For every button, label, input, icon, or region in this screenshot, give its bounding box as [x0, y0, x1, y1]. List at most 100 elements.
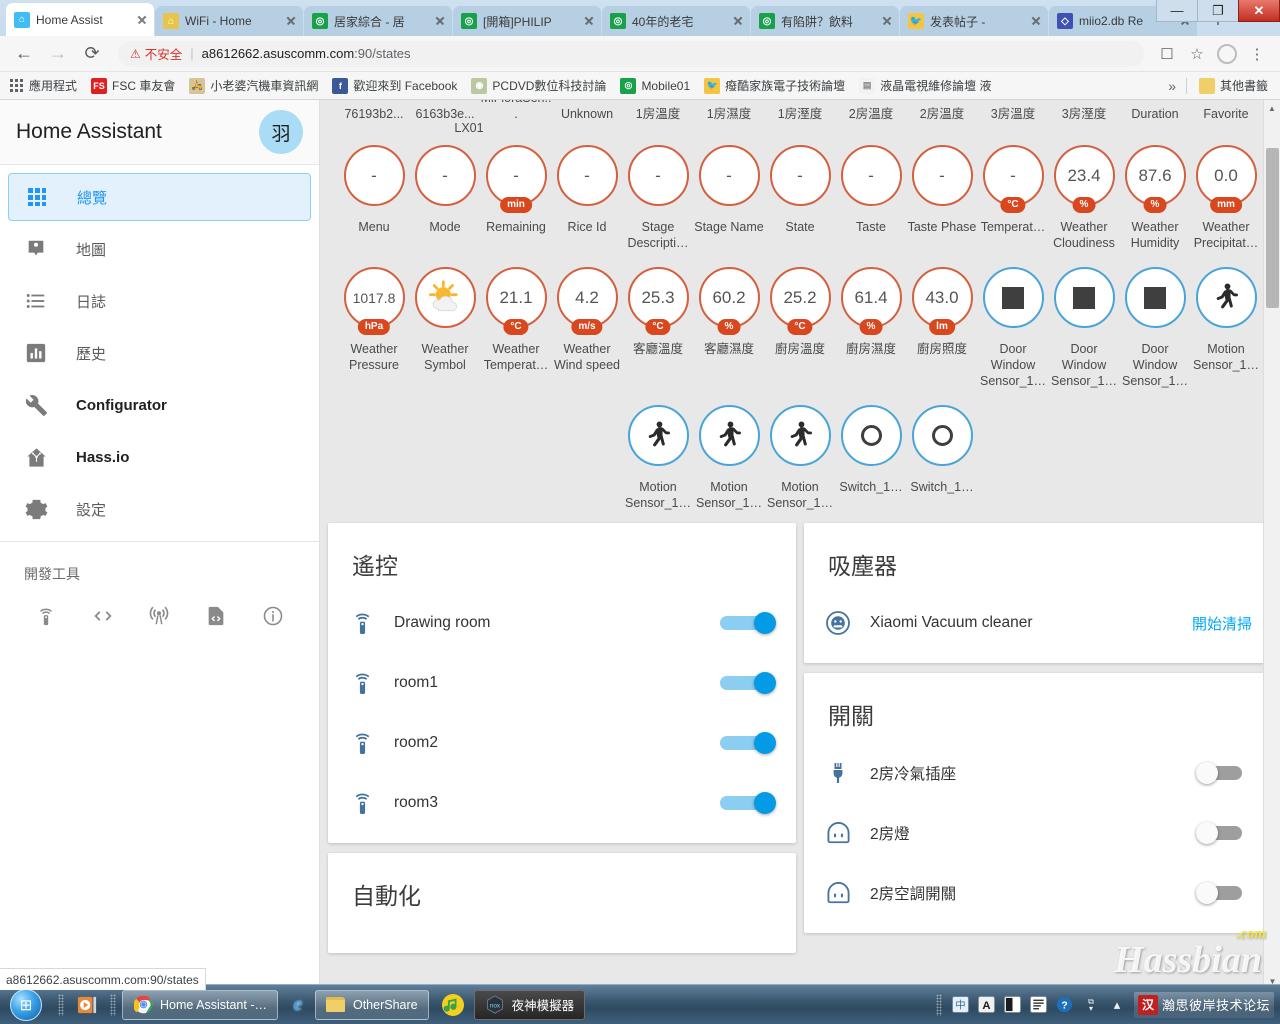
badge-switch[interactable]: Switch_1…	[907, 399, 978, 511]
list-item[interactable]: 2房冷氣插座	[804, 743, 1272, 803]
file-code-icon[interactable]	[188, 594, 245, 638]
badge-kitchen-temperature[interactable]: 25.2 °C 廚房溫度	[765, 261, 836, 389]
close-icon[interactable]	[1028, 13, 1044, 29]
other-bookmarks-folder[interactable]: 其他書籤	[1198, 77, 1268, 94]
badge-mode[interactable]: - Mode	[410, 139, 481, 251]
badge[interactable]: 3房溼度	[1049, 100, 1120, 122]
badge-weather-wind-speed[interactable]: 4.2 m/s Weather Wind speed	[552, 261, 623, 389]
browser-tab[interactable]: 🐦 发表帖子 -	[900, 6, 1048, 36]
browser-tab[interactable]: ⌂ WiFi - Home	[155, 6, 303, 36]
maximize-button[interactable]: ❐	[1197, 0, 1239, 22]
close-icon[interactable]	[581, 13, 597, 29]
scrollbar-thumb[interactable]	[1266, 148, 1279, 308]
badge[interactable]: 1房溫度	[623, 100, 694, 122]
badge-door-window-sensor[interactable]: Door Window Sensor_1…	[1049, 261, 1120, 389]
toggle-switch[interactable]	[720, 612, 776, 634]
list-item[interactable]: room3	[328, 773, 796, 833]
browser-tab[interactable]: ◎ [開箱]PHILIP	[453, 6, 601, 36]
list-item[interactable]: room1	[328, 653, 796, 713]
badge[interactable]: MiFloraSen...	[481, 100, 552, 122]
badge-state[interactable]: - State	[765, 139, 836, 251]
bookmark-item[interactable]: ▤ 液晶電視維修論壇 液	[859, 77, 992, 94]
list-item[interactable]: Drawing room	[328, 593, 796, 653]
start-button[interactable]: ⊞	[0, 986, 52, 1024]
avatar[interactable]: 羽	[259, 110, 303, 154]
badge-motion-sensor[interactable]: Motion Sensor_1…	[1191, 261, 1262, 389]
information-icon[interactable]	[244, 594, 301, 638]
taskbar-gripper[interactable]	[58, 993, 64, 1016]
overflow-up-icon[interactable]: ▴	[1106, 994, 1128, 1016]
reload-button[interactable]: ⟳	[78, 40, 106, 68]
ime-list-icon[interactable]	[1028, 994, 1050, 1016]
back-button[interactable]: ←	[10, 40, 38, 68]
code-tags-icon[interactable]	[75, 594, 132, 638]
sidebar-item-overview[interactable]: 總覽	[8, 173, 311, 221]
show-desktop-icon[interactable]: ⧉ ▾	[1080, 994, 1102, 1016]
badge-kitchen-illuminance[interactable]: 43.0 lm 廚房照度	[907, 261, 978, 389]
badge[interactable]: 1房濕度	[694, 100, 765, 122]
badge-kitchen-humidity[interactable]: 61.4 % 廚房濕度	[836, 261, 907, 389]
close-icon[interactable]	[879, 13, 895, 29]
badge[interactable]: Duration	[1120, 100, 1191, 122]
taskbar-button-othershare[interactable]: OtherShare	[314, 989, 429, 1020]
bookmark-apps[interactable]: 應用程式	[8, 77, 77, 94]
toggle-switch[interactable]	[720, 732, 776, 754]
sidebar-item-configurator[interactable]: Configurator	[8, 381, 311, 429]
toggle-switch[interactable]	[1196, 822, 1252, 844]
badge-motion-sensor[interactable]: Motion Sensor_1…	[765, 399, 836, 511]
sidebar-item-settings[interactable]: 設定	[8, 485, 311, 533]
forward-button[interactable]: →	[44, 40, 72, 68]
badge-living-room-temperature[interactable]: 25.3 °C 客廳溫度	[623, 261, 694, 389]
sidebar-item-map[interactable]: 地圖	[8, 225, 311, 273]
taskbar-button-chrome[interactable]: Home Assistant -…	[122, 989, 278, 1020]
badge[interactable]: 1房溼度	[765, 100, 836, 122]
badge[interactable]: 6163b3e...	[410, 100, 481, 122]
badge[interactable]: Favorite	[1191, 100, 1262, 122]
bookmark-item[interactable]: ◉ PCDVD數位科技討論	[471, 77, 606, 94]
badge[interactable]: 3房溫度	[978, 100, 1049, 122]
badge-motion-sensor[interactable]: Motion Sensor_1…	[694, 399, 765, 511]
minimize-button[interactable]: —	[1156, 0, 1198, 22]
help-icon[interactable]: ?	[1054, 994, 1076, 1016]
sidebar-item-hassio[interactable]: Hass.io	[8, 433, 311, 481]
internet-explorer-icon[interactable]: e	[281, 989, 315, 1021]
badge-taste-phase[interactable]: - Taste Phase	[907, 139, 978, 251]
badge[interactable]: 76193b2...	[339, 100, 410, 122]
sidebar-item-logbook[interactable]: 日誌	[8, 277, 311, 325]
bookmark-item[interactable]: 🛵 小老婆汽機車資訊網	[189, 77, 318, 94]
ime-icon[interactable]: 中	[950, 994, 972, 1016]
start-cleaning-button[interactable]: 開始清掃	[1192, 613, 1252, 634]
browser-tab[interactable]: ◎ 居家綜合 - 居	[304, 6, 452, 36]
remote-icon[interactable]	[18, 594, 75, 638]
chevron-right-icon[interactable]: »	[1158, 78, 1186, 94]
star-icon[interactable]: ☆	[1184, 41, 1210, 67]
translate-icon[interactable]: ☐	[1154, 41, 1180, 67]
close-icon[interactable]	[432, 13, 448, 29]
close-icon[interactable]	[730, 13, 746, 29]
browser-tab[interactable]: ◎ 40年的老宅	[602, 6, 750, 36]
toggle-switch[interactable]	[720, 792, 776, 814]
list-item[interactable]: room2	[328, 713, 796, 773]
bookmark-item[interactable]: FS FSC 車友會	[91, 77, 175, 94]
address-bar[interactable]: ⚠ 不安全 | a8612662.asuscomm.com:90/states	[118, 40, 1144, 67]
badge-weather-precipitation[interactable]: 0.0 mm Weather Precipitat…	[1191, 139, 1262, 251]
profile-icon[interactable]	[1214, 41, 1240, 67]
badge[interactable]: 2房溫度	[907, 100, 978, 122]
media-player-icon[interactable]	[74, 991, 100, 1019]
vertical-scrollbar[interactable]: ▲ ▼	[1263, 100, 1280, 990]
badge-stage-name[interactable]: - Stage Name	[694, 139, 765, 251]
badge-weather-symbol[interactable]: Weather Symbol	[410, 261, 481, 389]
badge-weather-cloudiness[interactable]: 23.4 % Weather Cloudiness	[1049, 139, 1120, 251]
browser-tab[interactable]: ⌂ Home Assist	[6, 3, 154, 36]
badge-temperature[interactable]: - °C Temperat…	[978, 139, 1049, 251]
badge[interactable]: 2房溫度	[836, 100, 907, 122]
bookmark-item[interactable]: ◎ Mobile01	[620, 77, 690, 94]
badge-remaining[interactable]: - min Remaining	[481, 139, 552, 251]
close-icon[interactable]	[283, 13, 299, 29]
sidebar-item-history[interactable]: 歷史	[8, 329, 311, 377]
badge-stage-description[interactable]: - Stage Descripti…	[623, 139, 694, 251]
tray-gripper[interactable]	[935, 993, 942, 1016]
badge-weather-temperature[interactable]: 21.1 °C Weather Temperat…	[481, 261, 552, 389]
taskbar-gripper-2[interactable]	[110, 993, 116, 1016]
badge[interactable]: Unknown	[552, 100, 623, 122]
